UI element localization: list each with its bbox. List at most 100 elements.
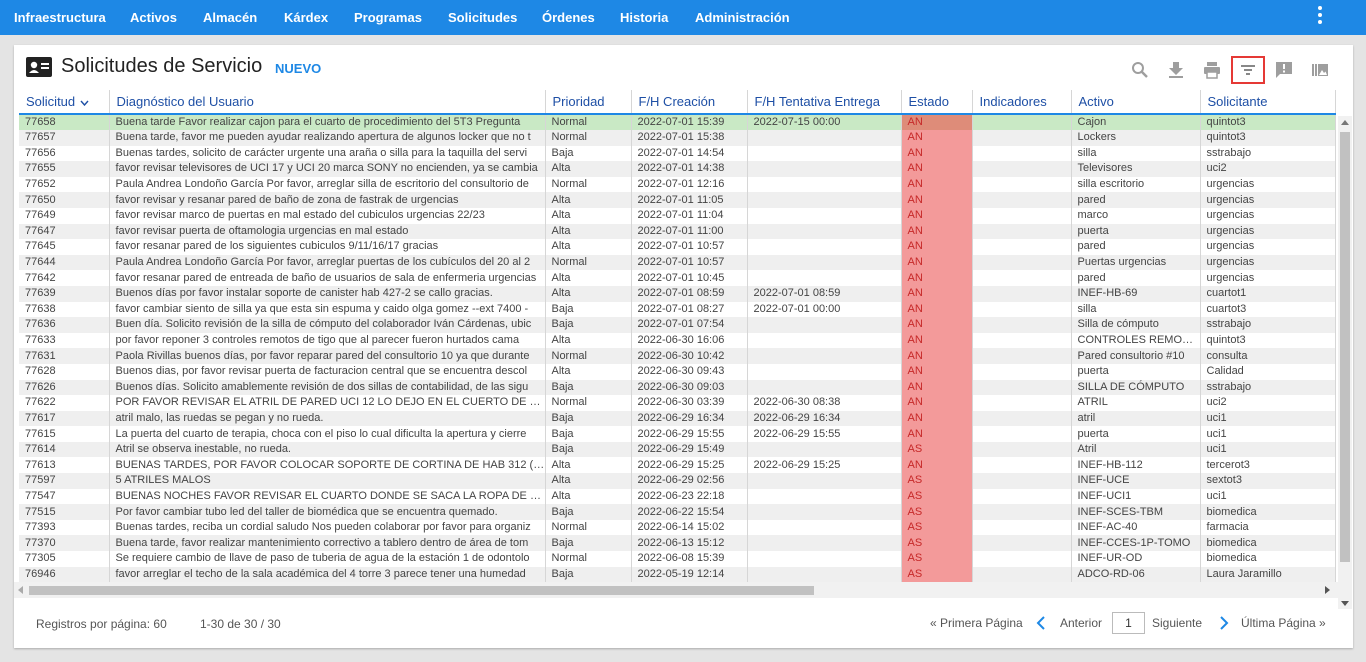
print-button[interactable] <box>1195 56 1229 84</box>
download-icon <box>1169 62 1183 78</box>
table-row[interactable]: 76946 favor arreglar el techo de la sala … <box>19 566 1336 583</box>
cell-estado: AN <box>901 395 973 411</box>
scroll-up-icon[interactable] <box>1341 120 1349 125</box>
nav-historia[interactable]: Historia <box>620 0 668 35</box>
nav-programas[interactable]: Programas <box>354 0 422 35</box>
search-button[interactable] <box>1123 56 1157 84</box>
solicitudes-panel: Solicitudes de Servicio NUEVO Solicitud … <box>14 45 1353 648</box>
table-row[interactable]: 77547 BUENAS NOCHES FAVOR REVISAR EL CUAR… <box>19 488 1336 505</box>
table-row[interactable]: 77626 Buenos días. Solicito amablemente r… <box>19 379 1336 396</box>
nav-solicitudes[interactable]: Solicitudes <box>448 0 517 35</box>
cell-fh-creacion: 2022-07-01 15:38 <box>631 130 748 146</box>
cell-solicitante: urgencias <box>1200 239 1336 255</box>
table-row[interactable]: 77639 Buenos días por favor instalar sopo… <box>19 285 1336 302</box>
cell-solicitud: 77650 <box>19 192 110 208</box>
nav-administracion[interactable]: Administración <box>695 0 790 35</box>
chevron-left-icon[interactable] <box>1036 616 1046 630</box>
cell-prioridad: Baja <box>545 410 632 427</box>
table-row[interactable]: 77647 favor revisar puerta de oftamologia… <box>19 223 1336 240</box>
table-row[interactable]: 77622 POR FAVOR REVISAR EL ATRIL DE PARED… <box>19 395 1336 411</box>
cell-indicadores <box>972 363 1072 380</box>
cell-fh-creacion: 2022-07-01 10:57 <box>631 239 748 255</box>
table-row[interactable]: 77617 atril malo, las ruedas se pegan y n… <box>19 410 1336 427</box>
column-header-solicitud[interactable]: Solicitud <box>19 90 110 115</box>
scroll-down-icon[interactable] <box>1341 601 1349 606</box>
cell-estado: AN <box>901 176 973 193</box>
table-row[interactable]: 77597 5 ATRILES MALOS Alta 2022-06-29 02:56… <box>19 473 1336 489</box>
cell-diagnostico: favor resanar pared de los siguientes cu… <box>109 239 546 255</box>
first-page-link[interactable]: « Primera Página <box>930 616 1023 630</box>
scroll-right-icon[interactable] <box>1325 586 1330 594</box>
column-header-fh-tentativa[interactable]: F/H Tentativa Entrega <box>747 90 902 115</box>
cell-solicitante: sstrabajo <box>1200 379 1336 396</box>
previous-page-link[interactable]: Anterior <box>1060 616 1102 630</box>
nav-kardex[interactable]: Kárdex <box>284 0 328 35</box>
table-row[interactable]: 77652 Paula Andrea Londoño García Por fav… <box>19 176 1336 193</box>
cell-solicitante: biomedica <box>1200 504 1336 520</box>
column-header-solicitante[interactable]: Solicitante <box>1200 90 1336 115</box>
table-row[interactable]: 77636 Buen día. Solicito revisión de la s… <box>19 317 1336 333</box>
table-row[interactable]: 77393 Buenas tardes, reciba un cordial sa… <box>19 519 1336 536</box>
table-row[interactable]: 77655 favor revisar televisores de UCI 17… <box>19 161 1336 177</box>
nav-almacen[interactable]: Almacén <box>203 0 257 35</box>
rows-per-page[interactable]: Registros por página: 60 <box>36 617 167 631</box>
cell-activo: INEF-CCES-1P-TOMO <box>1071 535 1201 552</box>
feedback-button[interactable] <box>1267 56 1301 84</box>
columns-button[interactable] <box>1303 56 1337 84</box>
cell-fh-tentativa: 2022-06-29 15:55 <box>747 426 902 442</box>
new-request-button[interactable]: NUEVO <box>275 61 321 76</box>
table-row[interactable]: 77631 Paola Rivillas buenos días, por fav… <box>19 348 1336 364</box>
cell-fh-tentativa <box>747 176 902 193</box>
table-row[interactable]: 77649 favor revisar marco de puertas en m… <box>19 207 1336 224</box>
table-row[interactable]: 77638 favor cambiar siento de silla ya qu… <box>19 301 1336 318</box>
scroll-left-icon[interactable] <box>18 586 23 594</box>
table-row[interactable]: 77644 Paula Andrea Londoño García Por fav… <box>19 254 1336 271</box>
column-header-estado[interactable]: Estado <box>901 90 973 115</box>
cell-solicitud: 77657 <box>19 130 110 146</box>
table-row[interactable]: 77628 Buenos dias, por favor revisar puer… <box>19 363 1336 380</box>
nav-infraestructura[interactable]: Infraestructura <box>14 0 106 35</box>
filter-button[interactable] <box>1231 56 1265 84</box>
table-row[interactable]: 77633 por favor reponer 3 controles remot… <box>19 332 1336 349</box>
table-row[interactable]: 77657 Buena tarde, favor me pueden ayudar… <box>19 130 1336 146</box>
table-row[interactable]: 77305 Se requiere cambio de llave de paso… <box>19 551 1336 567</box>
column-header-indicadores[interactable]: Indicadores <box>972 90 1072 115</box>
column-header-activo[interactable]: Activo <box>1071 90 1201 115</box>
cell-diagnostico: Paula Andrea Londoño García Por favor, a… <box>109 176 546 193</box>
table-row[interactable]: 77656 Buenas tardes, solicito de carácter… <box>19 145 1336 162</box>
cell-activo: Silla de cómputo <box>1071 317 1201 333</box>
table-row[interactable]: 77642 favor resanar pared de entreada de … <box>19 270 1336 286</box>
cell-estado: AN <box>901 223 973 240</box>
table-row[interactable]: 77658 Buena tarde Favor realizar cajon pa… <box>19 114 1336 130</box>
column-header-diagnostico[interactable]: Diagnóstico del Usuario <box>109 90 546 115</box>
table-row[interactable]: 77614 Atril se observa inestable, no rued… <box>19 441 1336 458</box>
table-row[interactable]: 77613 BUENAS TARDES, POR FAVOR COLOCAR SO… <box>19 457 1336 474</box>
cell-solicitante: sstrabajo <box>1200 317 1336 333</box>
chevron-right-icon[interactable] <box>1219 616 1229 630</box>
horizontal-scroll-thumb[interactable] <box>29 586 814 595</box>
cell-solicitante: uci1 <box>1200 410 1336 427</box>
cell-indicadores <box>972 410 1072 427</box>
download-button[interactable] <box>1159 56 1193 84</box>
horizontal-scrollbar[interactable] <box>14 582 1338 598</box>
vertical-dots-icon[interactable] <box>1312 5 1328 27</box>
nav-ordenes[interactable]: Órdenes <box>542 0 595 35</box>
cell-activo: ADCO-RD-06 <box>1071 566 1201 583</box>
table-row[interactable]: 77645 favor resanar pared de los siguient… <box>19 239 1336 255</box>
cell-fh-tentativa <box>747 270 902 286</box>
cell-fh-tentativa <box>747 504 902 520</box>
table-row[interactable]: 77370 Buena tarde, favor realizar manteni… <box>19 535 1336 552</box>
cell-estado: AN <box>901 130 973 146</box>
nav-activos[interactable]: Activos <box>130 0 177 35</box>
page-number-input[interactable] <box>1112 612 1145 634</box>
table-row[interactable]: 77615 La puerta del cuarto de terapia, ch… <box>19 426 1336 442</box>
next-page-link[interactable]: Siguiente <box>1152 616 1202 630</box>
column-header-prioridad[interactable]: Prioridad <box>545 90 632 115</box>
last-page-link[interactable]: Última Página » <box>1241 616 1326 630</box>
vertical-scroll-thumb[interactable] <box>1340 132 1350 562</box>
table-row[interactable]: 77650 favor revisar y resanar pared de ba… <box>19 192 1336 208</box>
column-header-fh-creacion[interactable]: F/H Creación <box>631 90 748 115</box>
cell-solicitante: tercerot3 <box>1200 457 1336 474</box>
vertical-scrollbar[interactable] <box>1338 116 1352 609</box>
table-row[interactable]: 77515 Por favor cambiar tubo led del tall… <box>19 504 1336 520</box>
